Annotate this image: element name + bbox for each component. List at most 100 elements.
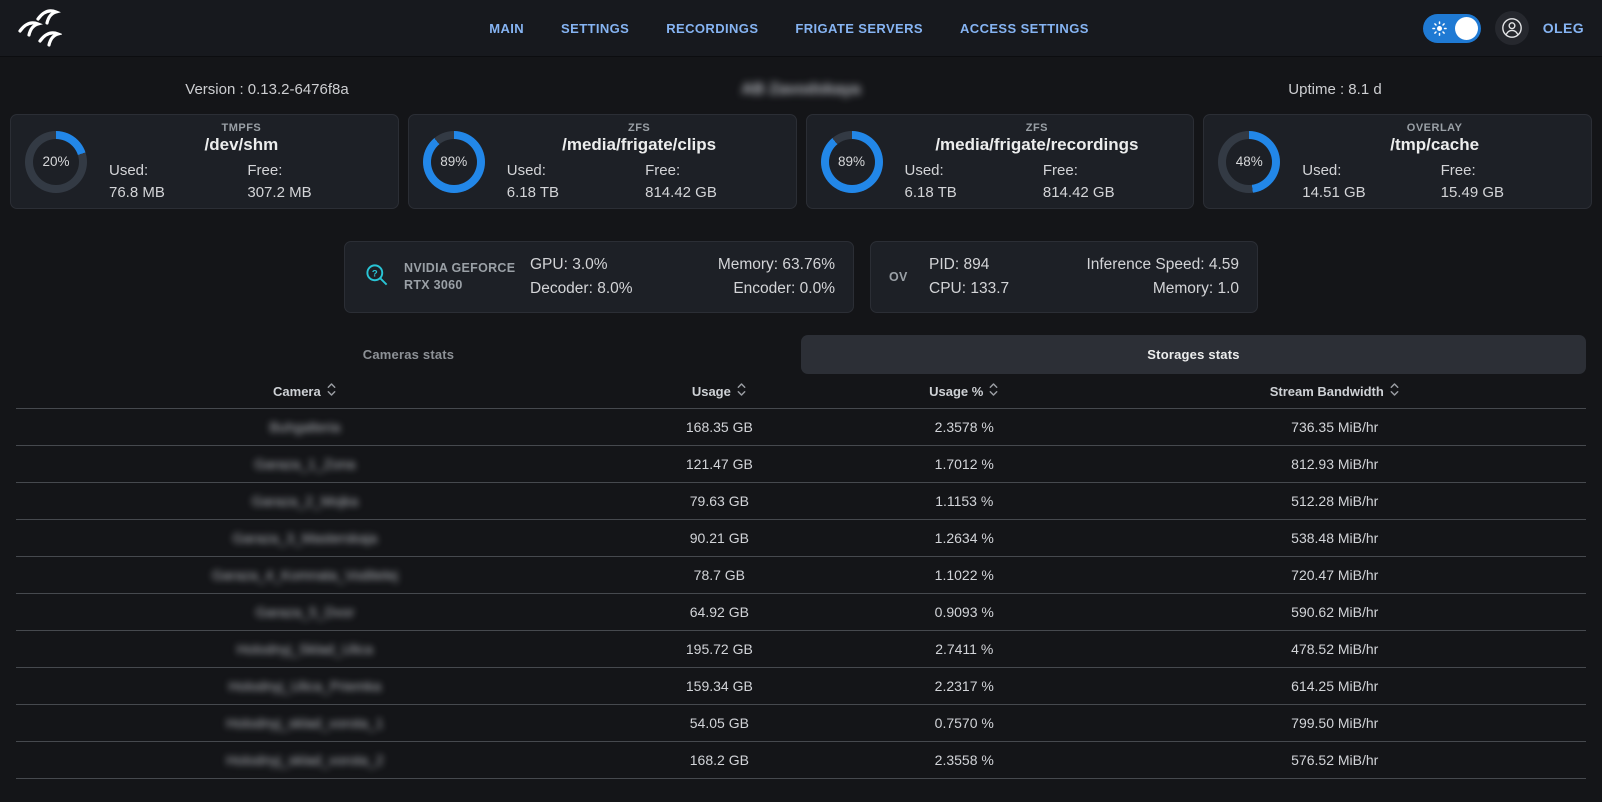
nav-item-access-settings[interactable]: ACCESS SETTINGS [960,21,1089,36]
nav-item-frigate-servers[interactable]: FRIGATE SERVERS [795,21,923,36]
free-value: 15.49 GB [1435,184,1573,201]
storage-card-info: ZFS /media/frigate/clips Used: Free: 6.1… [501,122,778,201]
nav-item-settings[interactable]: SETTINGS [561,21,629,36]
sort-icon [1389,382,1400,400]
column-header[interactable]: Camera [16,382,594,400]
table-row: Holodnyj_sklad_vorota_2 168.2 GB 2.3558 … [16,741,1586,778]
column-header-label: Stream Bandwidth [1270,384,1384,399]
used-label: Used: [899,162,1037,179]
table-row: Garaza_2_Mojka 79.63 GB 1.1153 % 512.28 … [16,482,1586,519]
stream-bandwidth-cell: 812.93 MiB/hr [1084,456,1586,472]
camera-name-cell: Holodnyj_Ulica_Priemka [16,678,594,694]
usage-cell: 64.92 GB [594,604,845,620]
storage-card: 89% ZFS /media/frigate/recordings Used: … [806,114,1195,209]
free-value: 814.42 GB [1037,184,1175,201]
table-row: Garaza_1_Zona 121.47 GB 1.7012 % 812.93 … [16,445,1586,482]
usage-cell: 78.7 GB [594,567,845,583]
top-navigation-bar: MAIN SETTINGS RECORDINGS FRIGATE SERVERS… [0,0,1602,57]
usage-cell: 195.72 GB [594,641,845,657]
gpu-stats-card: ? NVIDIA GEFORCE RTX 3060 GPU: 3.0% Memo… [344,241,854,313]
usage-percent-cell: 1.2634 % [845,530,1084,546]
storage-stats-table: Camera Usage Usage % Stream Bandwidth [16,374,1586,779]
used-value: 6.18 TB [501,184,639,201]
version-label: Version : 0.13.2-6476f8a [0,81,534,99]
used-label: Used: [501,162,639,179]
usage-percent-cell: 2.3558 % [845,752,1084,768]
detector-stats-card: OV PID: 894 Inference Speed: 4.59 CPU: 1… [870,241,1258,313]
usage-percent-cell: 2.3578 % [845,419,1084,435]
camera-name-cell: Garaza_5_Dvor [16,604,594,620]
detector-memory-stat: Memory: 1.0 [1084,280,1239,298]
storage-table-body: Buhgalteria 168.35 GB 2.3578 % 736.35 Mi… [16,408,1586,778]
usage-percent-cell: 2.2317 % [845,678,1084,694]
sort-icon [736,382,747,400]
usage-percent-cell: 0.9093 % [845,604,1084,620]
nav-item-recordings[interactable]: RECORDINGS [666,21,758,36]
detector-inference-stat: Inference Speed: 4.59 [1084,256,1239,274]
usage-percent-cell: 1.1022 % [845,567,1084,583]
donut-percent-label: 89% [829,139,875,185]
filesystem-type-label: ZFS [899,122,1176,134]
filesystem-type-label: OVERLAY [1296,122,1573,134]
usage-cell: 54.05 GB [594,715,845,731]
nav-item-main[interactable]: MAIN [489,21,524,36]
camera-name-cell: Garaza_1_Zona [16,456,594,472]
donut-percent-label: 89% [431,139,477,185]
storage-card: 20% TMPFS /dev/shm Used: Free: 76.8 MB 3… [10,114,399,209]
free-label: Free: [1037,162,1175,179]
gpu-encoder-stat: Encoder: 0.0% [683,280,836,298]
table-row: Garaza_5_Dvor 64.92 GB 0.9093 % 590.62 M… [16,593,1586,630]
column-header[interactable]: Stream Bandwidth [1084,382,1586,400]
mount-path-label: /media/frigate/recordings [899,135,1176,155]
stats-tabs: Cameras stats Storages stats [16,335,1586,374]
camera-name-cell: Garaza_3_Masterskaja [16,530,594,546]
camera-name-cell: Buhgalteria [16,419,594,435]
detector-name-label: OV [889,269,915,286]
stream-bandwidth-cell: 590.62 MiB/hr [1084,604,1586,620]
process-cards-row: ? NVIDIA GEFORCE RTX 3060 GPU: 3.0% Memo… [0,241,1602,313]
column-header-label: Usage % [929,384,983,399]
donut-chart: 48% [1218,131,1280,193]
mount-path-label: /dev/shm [103,135,380,155]
toggle-knob [1455,17,1478,40]
free-label: Free: [241,162,379,179]
user-avatar[interactable] [1495,11,1529,45]
used-label: Used: [103,162,241,179]
table-row: Garaza_4_Komnata_Voditelej 78.7 GB 1.102… [16,556,1586,593]
free-label: Free: [639,162,777,179]
username-label[interactable]: OLEG [1543,20,1584,36]
uptime-label: Uptime : 8.1 d [1068,81,1602,99]
frigate-logo-icon [16,7,62,49]
detector-pid-stat: PID: 894 [929,256,1084,274]
column-header[interactable]: Usage % [845,382,1084,400]
camera-name-cell: Garaza_2_Mojka [16,493,594,509]
storage-card-info: TMPFS /dev/shm Used: Free: 76.8 MB 307.2… [103,122,380,201]
free-label: Free: [1435,162,1573,179]
tab-cameras-stats[interactable]: Cameras stats [16,335,801,374]
used-value: 6.18 TB [899,184,1037,201]
donut-chart: 89% [821,131,883,193]
gpu-search-icon: ? [363,261,390,293]
camera-name-cell: Holodnyj_Sklad_Ulica [16,641,594,657]
sun-icon [1432,21,1447,36]
theme-toggle[interactable] [1423,14,1481,43]
camera-name-cell: Holodnyj_sklad_vorota_1 [16,715,594,731]
tab-storages-stats[interactable]: Storages stats [801,335,1586,374]
filesystem-type-label: TMPFS [103,122,380,134]
used-value: 76.8 MB [103,184,241,201]
table-row: Holodnyj_Sklad_Ulica 195.72 GB 2.7411 % … [16,630,1586,667]
info-bar: Version : 0.13.2-6476f8a AB Zavodskaya U… [0,81,1602,99]
column-header[interactable]: Usage [594,382,845,400]
topbar-right-controls: OLEG [1423,0,1584,56]
table-row: Holodnyj_sklad_vorota_1 54.05 GB 0.7570 … [16,704,1586,741]
free-value: 307.2 MB [241,184,379,201]
stream-bandwidth-cell: 478.52 MiB/hr [1084,641,1586,657]
sort-icon [326,382,337,400]
storage-card: 48% OVERLAY /tmp/cache Used: Free: 14.51… [1203,114,1592,209]
storage-card: 89% ZFS /media/frigate/clips Used: Free:… [408,114,797,209]
usage-percent-cell: 1.1153 % [845,493,1084,509]
gpu-usage-stat: GPU: 3.0% [530,256,683,274]
storage-card-info: ZFS /media/frigate/recordings Used: Free… [899,122,1176,201]
gpu-name-label: NVIDIA GEFORCE RTX 3060 [404,260,516,294]
usage-cell: 90.21 GB [594,530,845,546]
